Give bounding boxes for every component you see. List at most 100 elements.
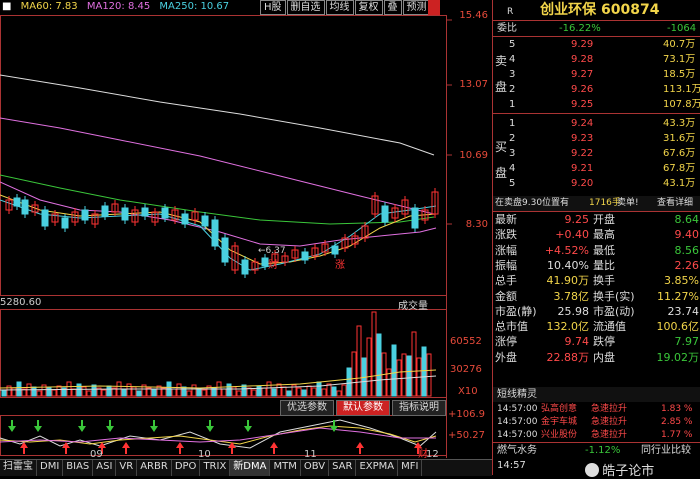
toolbar-forecast-button[interactable]: 预测 bbox=[402, 0, 431, 15]
ma-legend: ■ MA60: 7.83 MA120: 8.45 MA250: 10.67 bbox=[2, 1, 235, 13]
volume-bar bbox=[326, 383, 332, 397]
tab-obv[interactable]: OBV bbox=[301, 460, 330, 476]
sector-compare-link[interactable]: 同行业比较 bbox=[641, 443, 691, 458]
order-price: 9.24 bbox=[571, 118, 594, 129]
volume-bar bbox=[336, 390, 342, 397]
volume-bar bbox=[176, 383, 182, 397]
stat-label: 换手 bbox=[593, 274, 615, 288]
indicator-tabs: 扫雷宝 DMI BIAS ASI VR ARBR DPO TRIX 新DMA M… bbox=[0, 459, 492, 476]
candle bbox=[331, 245, 339, 255]
stat-value: 9.74 bbox=[564, 335, 590, 349]
tab-saoleibao[interactable]: 扫雷宝 bbox=[0, 460, 37, 476]
stock-code: 600874 bbox=[601, 2, 660, 18]
stat-value: +4.52% bbox=[544, 243, 589, 257]
buy-signal-arrow-icon bbox=[356, 442, 364, 454]
tab-new-dma[interactable]: 新DMA bbox=[230, 460, 271, 476]
tab-mtm[interactable]: MTM bbox=[270, 460, 301, 476]
sell-note-detail-link[interactable]: 查看详细 bbox=[657, 196, 693, 211]
tab-mfi[interactable]: MFI bbox=[398, 460, 423, 476]
sector-name[interactable]: 燃气水务 bbox=[497, 443, 537, 458]
sell-order-row[interactable]: 3 9.27 18.5万 bbox=[493, 67, 700, 82]
jingling-item[interactable]: 14:57:00 兴业股份 急速拉升 1.77 % bbox=[493, 428, 700, 443]
tab-dpo[interactable]: DPO bbox=[172, 460, 201, 476]
sell-order-row[interactable]: 4 9.28 73.1万 bbox=[493, 52, 700, 67]
stat-label: 振幅 bbox=[495, 258, 517, 272]
tab-asi[interactable]: ASI bbox=[93, 460, 117, 476]
toolbar-close-icon[interactable] bbox=[428, 0, 440, 15]
order-volume: 43.3万 bbox=[663, 118, 696, 129]
jingling-time: 14:57:00 bbox=[497, 430, 538, 440]
order-price: 9.26 bbox=[571, 84, 594, 95]
stat-value: 132.0亿 bbox=[546, 320, 590, 334]
stat-label: 内盘 bbox=[593, 350, 615, 364]
order-price: 9.27 bbox=[571, 69, 594, 80]
toolbar-remove-watchlist-button[interactable]: 删自选 bbox=[286, 0, 325, 15]
order-volume: 113.1万 bbox=[663, 84, 700, 95]
indicator-help-button[interactable]: 指标说明 bbox=[392, 400, 446, 416]
stat-label: 量比 bbox=[593, 258, 615, 272]
sell-signal-arrow-icon bbox=[34, 420, 42, 432]
optimal-params-button[interactable]: 优选参数 bbox=[280, 400, 334, 416]
buy-order-row[interactable]: 3 9.22 67.6万 bbox=[493, 146, 700, 161]
order-volume: 67.6万 bbox=[663, 148, 696, 159]
stat-label: 最新 bbox=[495, 213, 517, 226]
stat-label: 跌停 bbox=[593, 335, 615, 349]
order-volume: 40.7万 bbox=[663, 39, 696, 50]
stat-row: 涨幅 +4.52% 最低 8.56 bbox=[493, 243, 700, 258]
volume-bar bbox=[356, 325, 362, 397]
stat-label: 涨幅 bbox=[495, 243, 517, 257]
ma60-label: MA60: 7.83 bbox=[20, 1, 78, 12]
sell-order-row[interactable]: 2 9.26 113.1万 bbox=[493, 82, 700, 97]
order-volume: 107.8万 bbox=[663, 99, 700, 110]
stat-row: 涨跌 +0.40 最高 9.40 bbox=[493, 227, 700, 242]
volume-bar bbox=[301, 389, 307, 397]
order-level: 4 bbox=[509, 163, 516, 174]
stat-value: 19.02万 bbox=[656, 350, 700, 364]
order-level: 2 bbox=[509, 84, 516, 95]
tab-expma[interactable]: EXPMA bbox=[356, 460, 399, 476]
tab-trix[interactable]: TRIX bbox=[200, 460, 231, 476]
toolbar-overlay-button[interactable]: 叠 bbox=[383, 0, 402, 15]
volume-bar bbox=[331, 386, 337, 397]
volume-bar bbox=[396, 359, 402, 397]
candle bbox=[211, 219, 219, 247]
sell-signal-arrow-icon bbox=[8, 420, 16, 432]
sell-order-row[interactable]: 1 9.25 107.8万 bbox=[493, 97, 700, 112]
buy-order-row[interactable]: 5 9.20 43.1万 bbox=[493, 176, 700, 191]
kline-chart-area[interactable]: ■ MA60: 7.83 MA120: 8.45 MA250: 10.67 H股… bbox=[0, 0, 492, 476]
toolbar-adjust-button[interactable]: 复权 bbox=[354, 0, 383, 15]
volume-axis-label: X10 bbox=[458, 386, 478, 397]
jingling-stock: 兴业股份 bbox=[541, 430, 578, 440]
sell-signal-arrow-icon bbox=[206, 420, 214, 432]
low-marker: ←6.37 bbox=[258, 246, 286, 256]
volume-bar bbox=[1, 389, 7, 397]
tab-dmi[interactable]: DMI bbox=[37, 460, 64, 476]
volume-bar bbox=[296, 387, 302, 397]
price-axis-label: 8.30 bbox=[465, 219, 488, 230]
tab-arbr[interactable]: ARBR bbox=[137, 460, 172, 476]
stat-value: 25.98 bbox=[557, 304, 590, 318]
toolbar-ma-button[interactable]: 均线 bbox=[325, 0, 354, 15]
buy-order-row[interactable]: 1 9.24 43.3万 bbox=[493, 116, 700, 131]
buy-order-row[interactable]: 4 9.21 67.8万 bbox=[493, 161, 700, 176]
tab-vr[interactable]: VR bbox=[116, 460, 138, 476]
volume-bar bbox=[306, 385, 312, 397]
stat-label: 涨停 bbox=[495, 335, 517, 349]
tab-bias[interactable]: BIAS bbox=[63, 460, 94, 476]
sell-signal-arrow-icon bbox=[106, 420, 114, 432]
stat-value: 8.56 bbox=[674, 243, 700, 257]
volume-bar bbox=[401, 353, 407, 397]
candle bbox=[221, 237, 229, 263]
r-marker: R bbox=[507, 7, 514, 17]
order-price: 9.23 bbox=[571, 133, 594, 144]
stat-value: 2.26 bbox=[674, 258, 700, 272]
toolbar-hshare-button[interactable]: H股 bbox=[260, 0, 286, 15]
candle bbox=[81, 209, 89, 221]
volume-bar bbox=[221, 388, 227, 397]
sell-order-row[interactable]: 5 9.29 40.7万 bbox=[493, 37, 700, 52]
order-price: 9.29 bbox=[571, 39, 594, 50]
tab-sar[interactable]: SAR bbox=[329, 460, 357, 476]
buy-order-row[interactable]: 2 9.23 31.6万 bbox=[493, 131, 700, 146]
volume-bar bbox=[341, 384, 347, 397]
default-params-button[interactable]: 默认参数 bbox=[336, 400, 390, 416]
